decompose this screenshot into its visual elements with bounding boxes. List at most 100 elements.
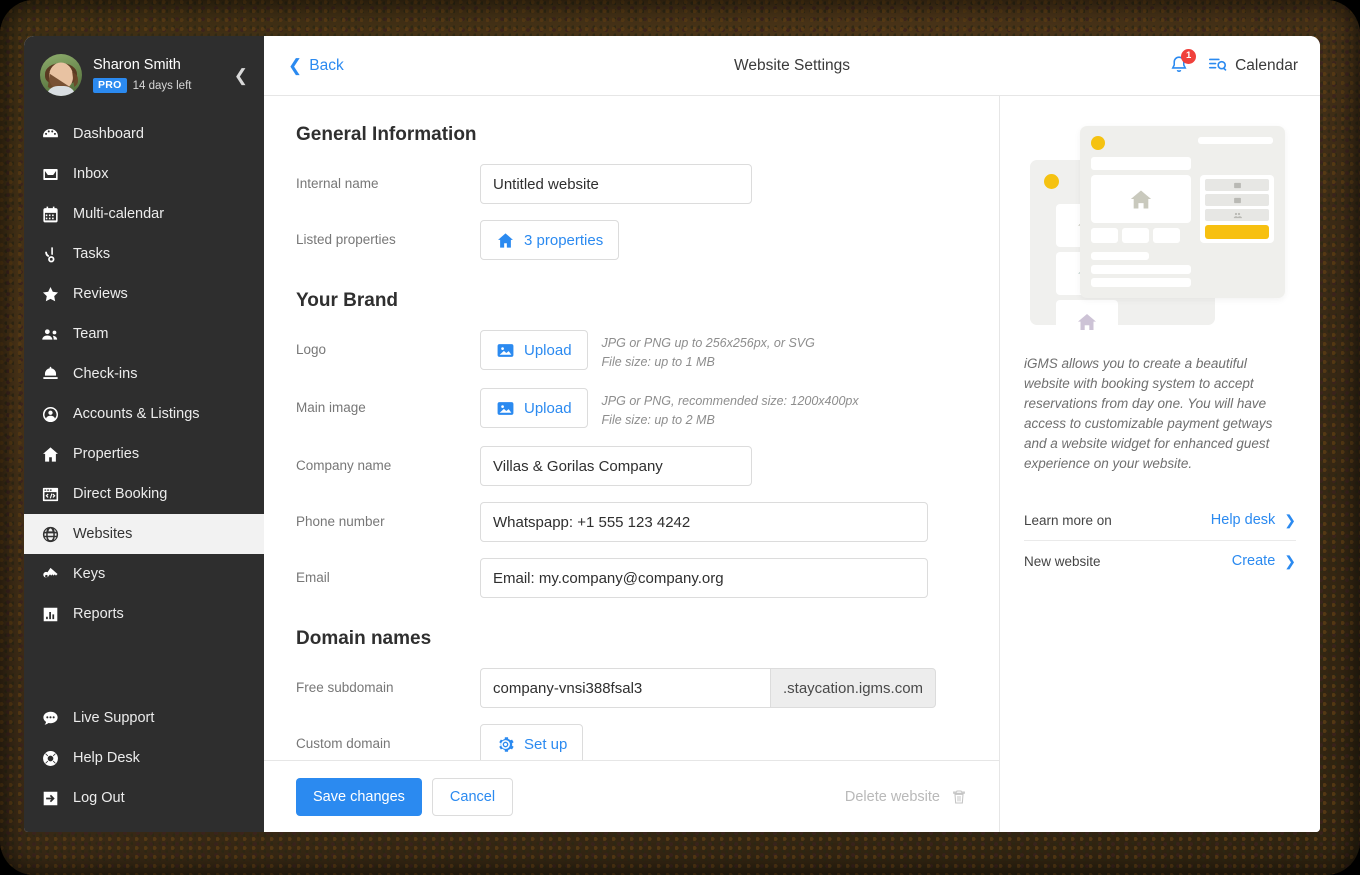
back-label: Back <box>309 56 344 74</box>
sidebar-item-help-desk[interactable]: Help Desk <box>24 738 264 778</box>
sidebar-item-label: Tasks <box>73 246 111 262</box>
avatar <box>40 54 82 96</box>
info-row-action[interactable]: Create ❯ <box>1232 553 1296 569</box>
info-description: iGMS allows you to create a beautiful we… <box>1024 356 1273 471</box>
section-title-general: General Information <box>296 124 477 145</box>
listed-properties-button[interactable]: 3 properties <box>480 220 620 260</box>
info-row-label: New website <box>1024 553 1101 569</box>
calendar-grid-icon <box>40 204 60 224</box>
sidebar-item-reports[interactable]: Reports <box>24 594 264 634</box>
sidebar-item-keys[interactable]: Keys <box>24 554 264 594</box>
sidebar-item-direct-booking[interactable]: Direct Booking <box>24 474 264 514</box>
app-window: Sharon Smith PRO 14 days left ❮ Dashboar… <box>24 36 1320 832</box>
free-subdomain-group: .staycation.igms.com <box>480 668 937 708</box>
delete-website-button[interactable]: Delete website <box>845 788 967 806</box>
sidebar-item-live-support[interactable]: Live Support <box>24 698 264 738</box>
topbar: ❮ Back Website Settings 1 Calendar <box>264 36 1320 96</box>
sidebar-item-inbox[interactable]: Inbox <box>24 154 264 194</box>
trial-days-left: 14 days left <box>132 79 192 92</box>
calendar-button[interactable]: Calendar <box>1208 57 1298 75</box>
chevron-left-icon: ❮ <box>288 56 303 75</box>
phone-number-input[interactable] <box>480 502 928 542</box>
field-custom-domain: Custom domain Set up <box>296 724 967 760</box>
inbox-icon <box>40 164 60 184</box>
calendar-label: Calendar <box>1235 56 1298 74</box>
notification-count: 1 <box>1181 48 1197 64</box>
field-internal-name: Internal name <box>296 164 967 204</box>
back-button[interactable]: ❮ Back <box>288 57 344 75</box>
section-title-domains: Domain names <box>296 628 432 649</box>
info-row-label: Learn more on <box>1024 512 1112 528</box>
sidebar-nav: Dashboard Inbox Multi-calendar Tasks Reviews… <box>24 114 264 634</box>
field-logo: Logo Upload JPG or PNG up to 256x256px, … <box>296 330 967 372</box>
info-row: New website Create ❯ <box>1024 540 1296 581</box>
company-name-input[interactable] <box>480 446 752 486</box>
main-image-hint: JPG or PNG, recommended size: 1200x400px… <box>602 388 859 430</box>
label-main-image: Main image <box>296 400 366 415</box>
logo-upload-label: Upload <box>524 341 572 359</box>
sidebar-item-label: Check-ins <box>73 366 138 382</box>
sidebar-item-properties[interactable]: Properties <box>24 434 264 474</box>
save-changes-button[interactable]: Save changes <box>296 777 422 816</box>
sidebar-item-label: Properties <box>73 446 140 462</box>
logout-arrow-icon <box>40 788 60 808</box>
info-links: Learn more on Help desk ❯ New website Create… <box>1024 500 1296 581</box>
cancel-button[interactable]: Cancel <box>431 777 514 816</box>
page-title: Website Settings <box>733 56 851 74</box>
settings-form: General Information Internal name Listed… <box>264 96 1000 832</box>
star-icon <box>40 284 60 304</box>
label-phone-number: Phone number <box>296 514 385 529</box>
sidebar-item-team[interactable]: Team <box>24 314 264 354</box>
sidebar-item-check-ins[interactable]: Check-ins <box>24 354 264 394</box>
sidebar-item-tasks[interactable]: Tasks <box>24 234 264 274</box>
field-free-subdomain: Free subdomain .staycation.igms.com <box>296 668 967 708</box>
sidebar-item-label: Websites <box>73 526 133 542</box>
email-input[interactable] <box>480 558 928 598</box>
section-title-brand: Your Brand <box>296 290 399 311</box>
sidebar-item-label: Reports <box>73 606 124 622</box>
listed-properties-label: 3 properties <box>524 231 604 249</box>
sidebar-item-label: Reviews <box>73 286 128 302</box>
tasks-icon <box>40 244 60 264</box>
notification-bell-icon[interactable]: 1 <box>1168 48 1197 78</box>
sidebar-item-label: Multi-calendar <box>73 206 165 222</box>
globe-icon <box>40 524 60 544</box>
home-icon <box>498 232 513 248</box>
profile-name: Sharon Smith <box>93 56 181 73</box>
label-listed-properties: Listed properties <box>296 232 396 247</box>
logo-hint-line2: File size: up to 1 MB <box>601 355 715 369</box>
field-main-image: Main image Upload JPG or PNG, recommende… <box>296 388 967 430</box>
main-image-hint-line1: JPG or PNG, recommended size: 1200x400px <box>601 394 859 408</box>
main-image-upload-button[interactable]: Upload <box>480 388 588 428</box>
delete-website-label: Delete website <box>844 788 940 805</box>
sidebar-item-multi-calendar[interactable]: Multi-calendar <box>24 194 264 234</box>
calendar-search-icon <box>1209 58 1227 71</box>
sidebar-item-websites[interactable]: Websites <box>24 514 264 554</box>
dashboard-icon <box>40 124 60 144</box>
plan-badge: PRO <box>93 77 127 94</box>
key-icon <box>40 564 60 584</box>
internal-name-input[interactable] <box>480 164 752 204</box>
sidebar-item-label: Log Out <box>73 790 125 806</box>
custom-domain-setup-button[interactable]: Set up <box>480 724 584 760</box>
field-email: Email <box>296 558 967 598</box>
field-listed-properties: Listed properties 3 properties <box>296 220 967 260</box>
sidebar-item-accounts-listings[interactable]: Accounts & Listings <box>24 394 264 434</box>
chevron-right-icon: ❯ <box>1284 553 1296 569</box>
chevron-left-icon[interactable]: ❮ <box>234 67 252 84</box>
image-upload-icon <box>497 343 514 357</box>
chat-bubble-icon <box>40 708 60 728</box>
info-row: Learn more on Help desk ❯ <box>1024 500 1296 540</box>
info-row-action[interactable]: Help desk ❯ <box>1211 512 1296 528</box>
free-subdomain-input[interactable] <box>480 668 770 708</box>
field-company-name: Company name <box>296 446 967 486</box>
logo-upload-button[interactable]: Upload <box>480 330 588 370</box>
profile-block[interactable]: Sharon Smith PRO 14 days left ❮ <box>24 42 264 110</box>
sidebar-item-dashboard[interactable]: Dashboard <box>24 114 264 154</box>
sidebar-item-reviews[interactable]: Reviews <box>24 274 264 314</box>
code-window-icon <box>40 484 60 504</box>
sidebar-item-log-out[interactable]: Log Out <box>24 778 264 818</box>
label-email: Email <box>296 570 330 585</box>
field-phone-number: Phone number <box>296 502 967 542</box>
label-custom-domain: Custom domain <box>296 736 391 751</box>
